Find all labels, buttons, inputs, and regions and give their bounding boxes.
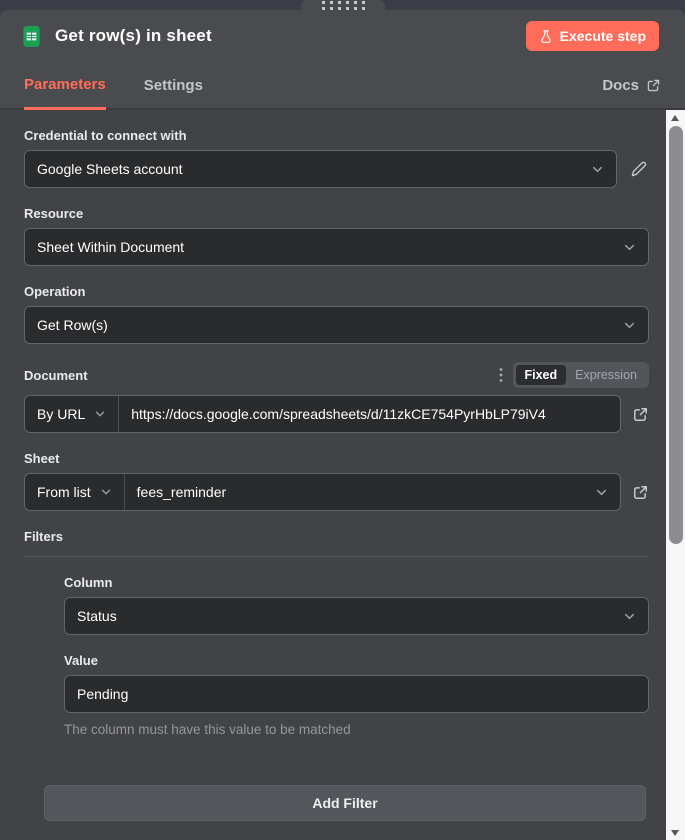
document-mode-value: By URL (37, 406, 85, 422)
document-control: By URL https://docs.google.com/spreadshe… (24, 395, 621, 433)
vertical-scrollbar[interactable] (666, 110, 685, 840)
filters-divider (24, 556, 649, 557)
grip-dots-icon (322, 1, 365, 10)
tab-settings[interactable]: Settings (144, 62, 203, 108)
sheet-control: From list fees_reminder (24, 473, 621, 511)
google-sheets-icon (20, 25, 43, 48)
document-url-input[interactable]: https://docs.google.com/spreadsheets/d/1… (119, 396, 620, 432)
open-sheet-external-icon[interactable] (632, 484, 649, 501)
filter-column-select[interactable]: Status (64, 597, 649, 635)
panel-header: Get row(s) in sheet Execute step (0, 10, 685, 62)
add-filter-button[interactable]: Add Filter (44, 785, 646, 821)
flask-icon (539, 29, 553, 44)
operation-label: Operation (24, 284, 649, 299)
filters-label: Filters (24, 529, 649, 544)
tab-parameters[interactable]: Parameters (24, 62, 106, 110)
tab-bar: Parameters Settings Docs (0, 62, 685, 110)
pencil-icon[interactable] (628, 159, 649, 180)
credential-select[interactable]: Google Sheets account (24, 150, 617, 188)
chevron-down-icon (94, 408, 106, 420)
chevron-down-icon (623, 610, 636, 623)
execute-step-button[interactable]: Execute step (526, 21, 659, 51)
sheet-mode-value: From list (37, 484, 91, 500)
operation-select[interactable]: Get Row(s) (24, 306, 649, 344)
scrollbar-thumb[interactable] (669, 126, 683, 544)
resource-value: Sheet Within Document (37, 239, 184, 255)
kebab-menu-icon[interactable] (499, 367, 503, 383)
docs-link[interactable]: Docs (602, 62, 661, 108)
sheet-value: fees_reminder (137, 484, 227, 500)
filter-value-label: Value (64, 653, 649, 668)
sheet-mode-select[interactable]: From list (25, 474, 125, 510)
external-link-icon (646, 78, 661, 93)
chevron-down-icon (623, 241, 636, 254)
node-title: Get row(s) in sheet (55, 26, 212, 46)
node-settings-panel: Get row(s) in sheet Execute step Paramet… (0, 10, 685, 840)
filter-value-input[interactable]: Pending (64, 675, 649, 713)
credential-value: Google Sheets account (37, 161, 183, 177)
chevron-down-icon (591, 163, 604, 176)
resource-select[interactable]: Sheet Within Document (24, 228, 649, 266)
chevron-down-icon (100, 486, 112, 498)
fixed-expression-toggle: Fixed Expression (513, 362, 650, 388)
toggle-fixed[interactable]: Fixed (516, 365, 567, 385)
docs-label: Docs (602, 77, 639, 94)
toggle-expression[interactable]: Expression (566, 365, 646, 385)
open-document-external-icon[interactable] (632, 406, 649, 423)
sheet-select[interactable]: fees_reminder (125, 474, 620, 510)
filter-value-hint: The column must have this value to be ma… (64, 722, 649, 737)
filter-column-label: Column (64, 575, 649, 590)
scrollbar-up-arrow-icon[interactable] (671, 115, 679, 121)
document-mode-select[interactable]: By URL (25, 396, 119, 432)
parameters-pane: Credential to connect with Google Sheets… (0, 110, 685, 840)
document-url-value: https://docs.google.com/spreadsheets/d/1… (131, 406, 546, 422)
document-label: Document (24, 368, 88, 383)
credential-label: Credential to connect with (24, 128, 649, 143)
resource-label: Resource (24, 206, 649, 221)
sheet-label: Sheet (24, 451, 649, 466)
panel-drag-handle[interactable] (301, 0, 385, 11)
chevron-down-icon (623, 319, 636, 332)
chevron-down-icon (595, 486, 608, 499)
operation-value: Get Row(s) (37, 317, 108, 333)
filter-value-text: Pending (77, 686, 128, 702)
execute-step-label: Execute step (560, 28, 646, 44)
scrollbar-down-arrow-icon[interactable] (671, 830, 679, 836)
filter-column-value: Status (77, 608, 117, 624)
